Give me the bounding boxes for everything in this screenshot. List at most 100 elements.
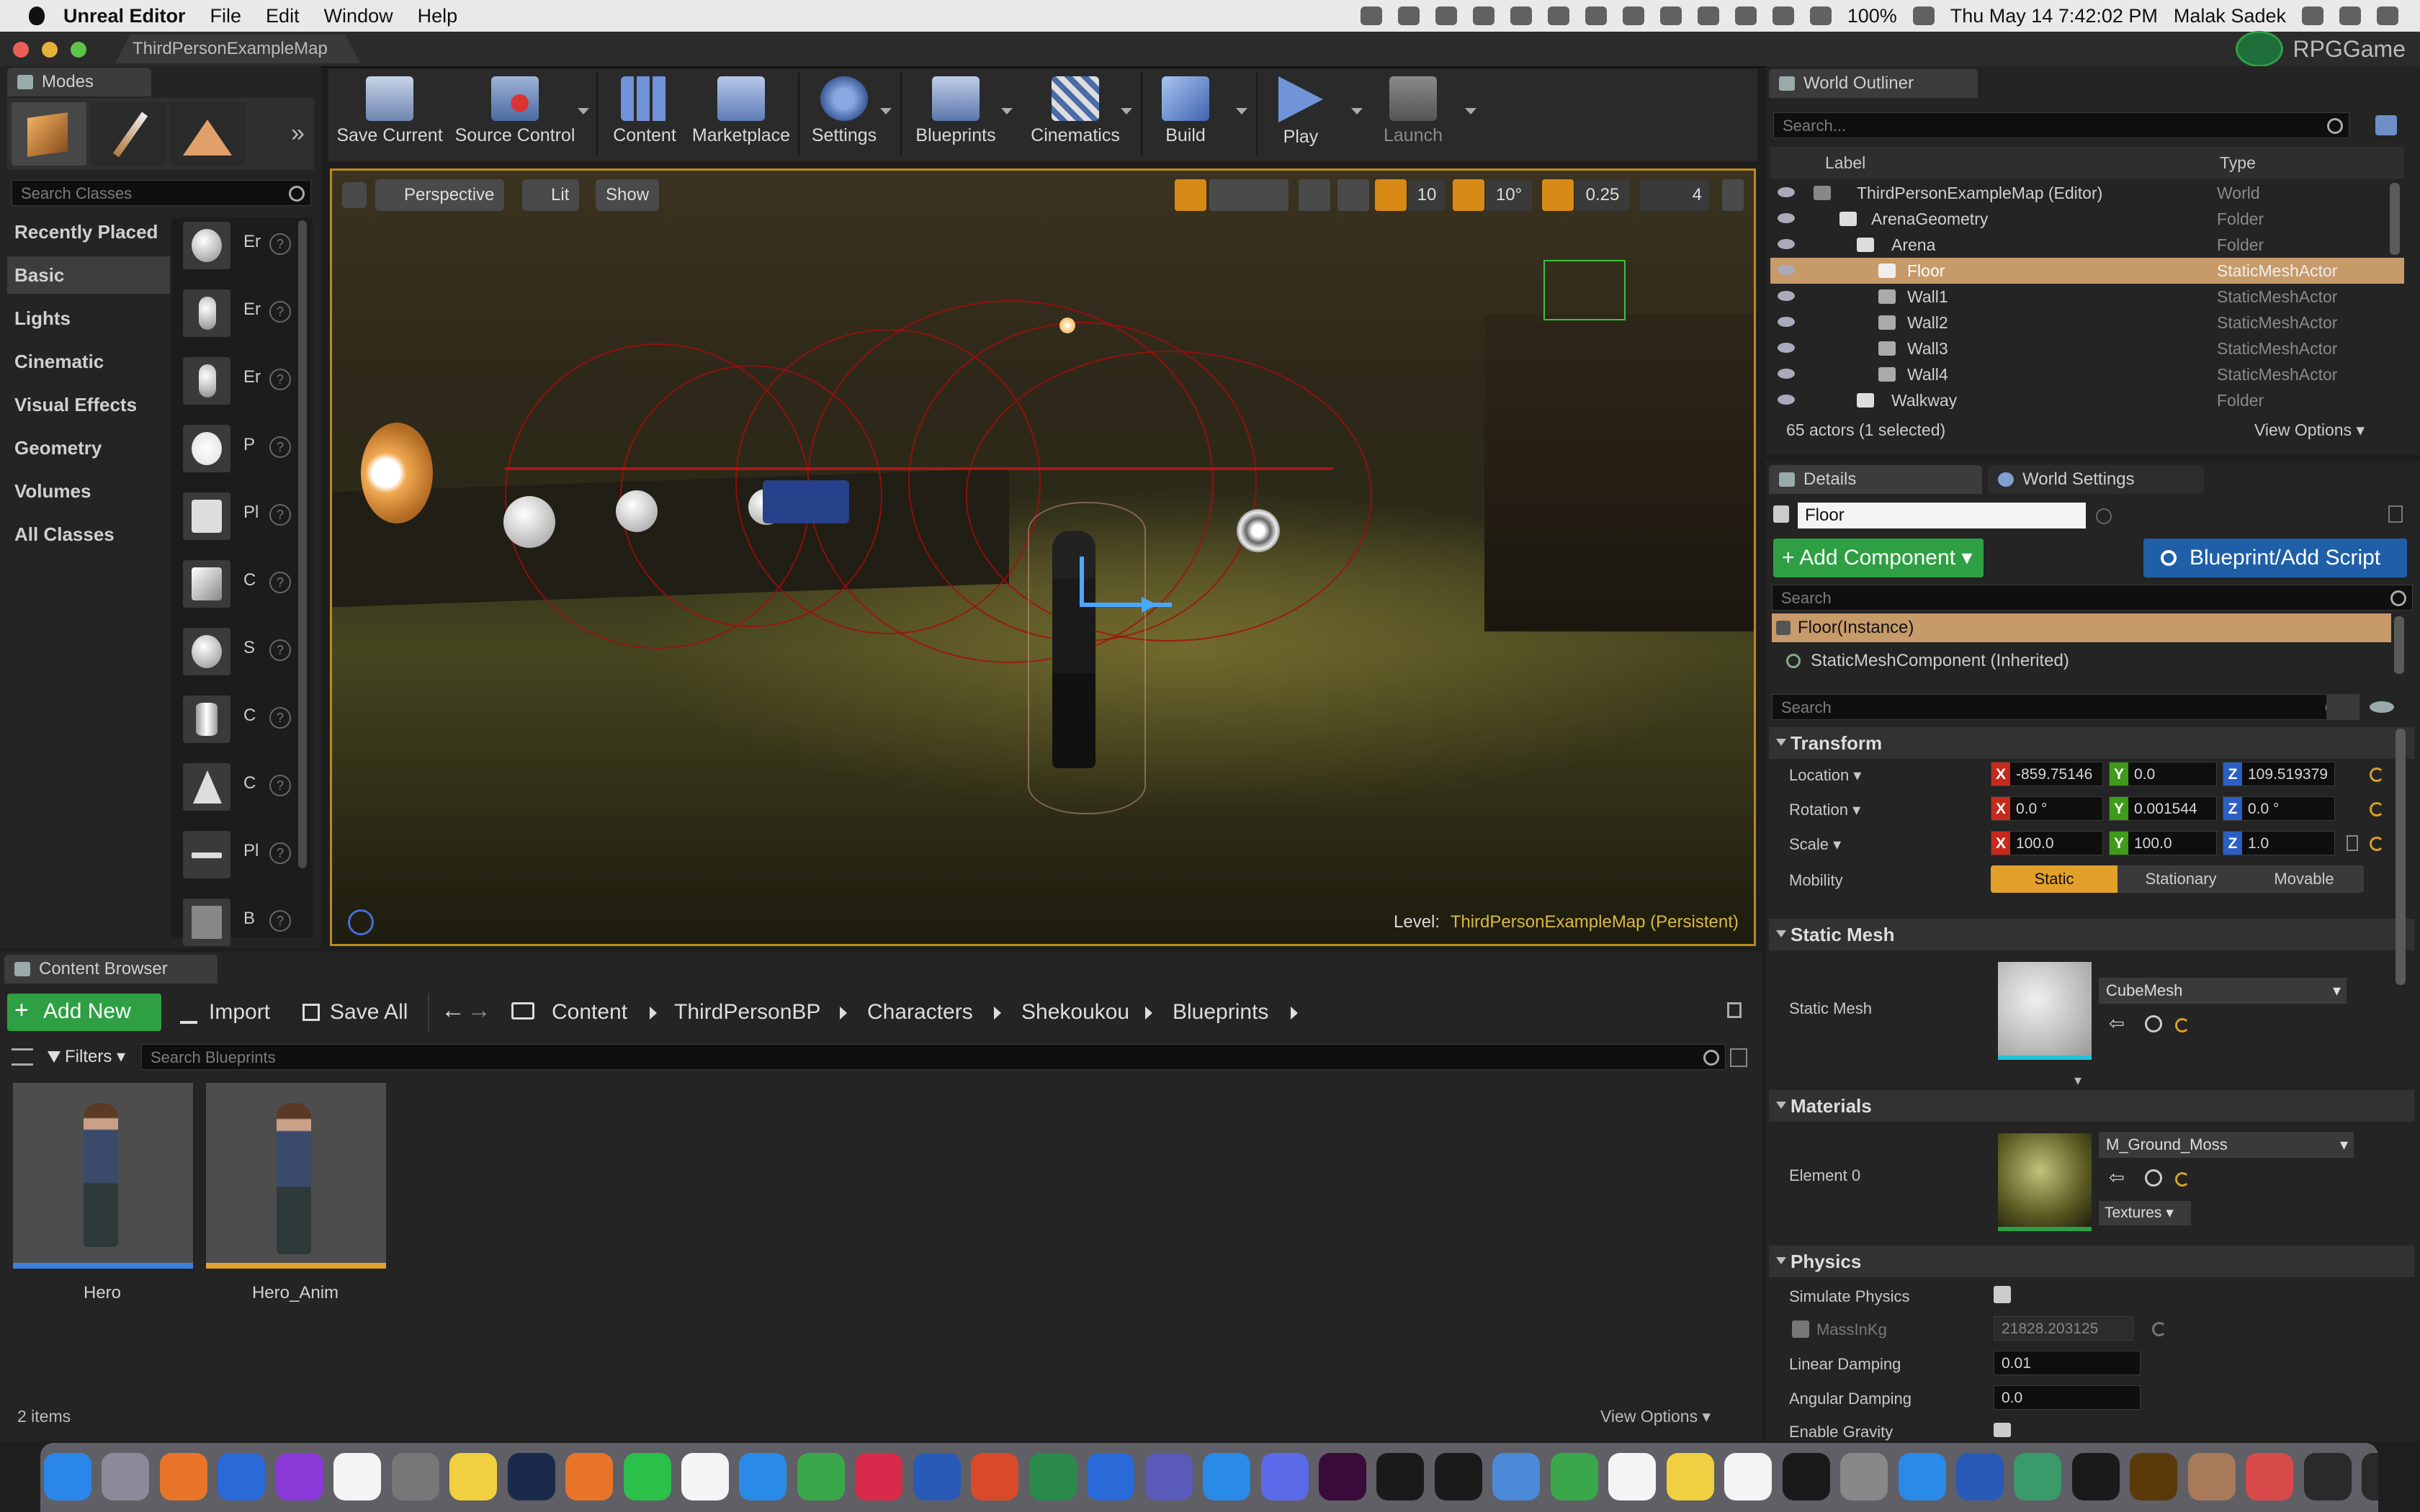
save-search-icon[interactable]: [1730, 1048, 1747, 1067]
transform-mode-icon[interactable]: [1175, 179, 1206, 211]
angular-damping-field[interactable]: 0.0: [1994, 1385, 2141, 1410]
eye-icon[interactable]: [1778, 265, 1795, 275]
component-instance-row[interactable]: Floor(Instance): [1772, 613, 2391, 642]
play-button[interactable]: Play: [1265, 72, 1337, 156]
camera-speed[interactable]: 4: [1640, 179, 1709, 211]
eye-icon[interactable]: [1778, 395, 1795, 405]
enable-gravity-checkbox[interactable]: [1994, 1423, 2011, 1437]
eye-icon[interactable]: [1778, 369, 1795, 379]
add-filter-icon[interactable]: [2375, 115, 2397, 135]
outliner-row[interactable]: Walkway Folder: [1770, 387, 2404, 409]
outlook-icon[interactable]: [1087, 1453, 1135, 1500]
calculator-icon[interactable]: [391, 1453, 439, 1500]
tab-world-settings[interactable]: World Settings: [1988, 465, 2204, 494]
simulate-physics-checkbox[interactable]: [1994, 1286, 2011, 1303]
outliner-row-selected[interactable]: Floor StaticMeshActor: [1770, 258, 2404, 284]
show-button[interactable]: Show: [596, 179, 660, 211]
status-icon[interactable]: [1360, 6, 1382, 25]
system-preferences-icon[interactable]: [1840, 1453, 1888, 1500]
search-classes-input[interactable]: Search Classes: [12, 180, 311, 206]
eye-icon[interactable]: [1778, 187, 1795, 197]
point-light-icon[interactable]: [1059, 318, 1075, 333]
level-tab[interactable]: ThirdPersonExampleMap: [115, 35, 360, 63]
asset-hero[interactable]: [13, 1083, 193, 1269]
flag-icon[interactable]: [1734, 6, 1757, 25]
reset-mesh-icon[interactable]: [2175, 1018, 2190, 1032]
help-icon[interactable]: ?: [269, 369, 291, 390]
rotation-x-field[interactable]: X 0.0 °: [1991, 796, 2103, 821]
eye-icon[interactable]: [1778, 239, 1795, 249]
more-modes-icon[interactable]: »: [291, 120, 305, 148]
grid-snap-value[interactable]: 10: [1408, 179, 1446, 211]
actor-name-input[interactable]: Floor: [1798, 503, 2086, 528]
scale-label[interactable]: Scale ▾: [1789, 835, 1841, 854]
podcasts-icon[interactable]: [275, 1453, 323, 1500]
eye-icon[interactable]: [1778, 213, 1795, 223]
breadcrumb-arrow-icon[interactable]: [840, 1007, 847, 1020]
section-physics[interactable]: Physics: [1769, 1246, 2414, 1277]
tab-modes[interactable]: Modes: [7, 68, 151, 96]
section-materials[interactable]: Materials: [1769, 1090, 2414, 1122]
help-icon[interactable]: ?: [269, 707, 291, 729]
rotation-snap-value[interactable]: 10°: [1486, 179, 1532, 211]
place-item[interactable]: Er?: [180, 353, 302, 410]
section-static-mesh[interactable]: Static Mesh: [1769, 919, 2414, 950]
mobility-movable-button[interactable]: Movable: [2244, 865, 2364, 893]
pycharm-icon[interactable]: [1376, 1453, 1425, 1500]
tableau-icon[interactable]: [1608, 1453, 1657, 1500]
teams-icon[interactable]: [1144, 1453, 1193, 1500]
breadcrumb-content[interactable]: Content: [552, 994, 627, 1031]
cb-view-options[interactable]: View Options ▾: [1600, 1407, 1711, 1426]
calendar-icon[interactable]: [333, 1453, 382, 1500]
details-search-input[interactable]: Search: [1772, 694, 2348, 720]
testflight-icon[interactable]: [218, 1453, 266, 1500]
eye-icon[interactable]: [1778, 291, 1795, 301]
numbers-icon[interactable]: [797, 1453, 845, 1500]
help-icon[interactable]: ?: [269, 504, 291, 526]
menu-window[interactable]: Window: [324, 5, 393, 27]
messages-icon[interactable]: [1898, 1453, 1946, 1500]
rotation-y-field[interactable]: Y 0.001544: [2109, 796, 2217, 821]
viewport-options-icon[interactable]: [342, 182, 367, 208]
scale-y-field[interactable]: Y 100.0: [2109, 831, 2217, 855]
sphere-prop[interactable]: [616, 490, 658, 532]
app-menu[interactable]: Unreal Editor: [63, 5, 186, 27]
section-transform[interactable]: Transform: [1769, 727, 2414, 759]
source-control-dropdown-icon[interactable]: [578, 108, 589, 114]
keynote-icon[interactable]: [739, 1453, 787, 1500]
reset-scale-icon[interactable]: [2370, 837, 2384, 851]
xcode-x-icon[interactable]: [1724, 1453, 1773, 1500]
expand-arrow-icon[interactable]: ▾: [2074, 1071, 2081, 1089]
rotation-z-field[interactable]: Z 0.0 °: [2223, 796, 2335, 821]
static-mesh-thumbnail[interactable]: [1998, 962, 2092, 1060]
tab-details[interactable]: Details: [1769, 465, 1982, 494]
category-lights[interactable]: Lights: [7, 300, 170, 337]
reset-mass-icon[interactable]: [2152, 1322, 2166, 1336]
blueprint-add-script-button[interactable]: Blueprint/Add Script: [2143, 539, 2407, 577]
use-selected-icon[interactable]: ⇦: [2109, 1166, 2125, 1189]
reset-rotation-icon[interactable]: [2370, 802, 2384, 816]
scale-snap-icon[interactable]: [1542, 179, 1574, 211]
circle-icon[interactable]: [1435, 6, 1457, 25]
rotation-snap-icon[interactable]: [1453, 179, 1484, 211]
property-matrix-icon[interactable]: [2326, 694, 2360, 720]
help-icon[interactable]: ?: [269, 910, 291, 932]
breadcrumb-thirdpersonbp[interactable]: ThirdPersonBP: [674, 994, 820, 1031]
breadcrumb-blueprints[interactable]: Blueprints: [1173, 994, 1268, 1031]
play-dropdown-icon[interactable]: [1351, 108, 1363, 114]
scale-lock-icon[interactable]: [2347, 835, 2358, 851]
outliner-row[interactable]: Wall2 StaticMeshActor: [1770, 310, 2404, 336]
breadcrumb-arrow-icon[interactable]: [994, 1007, 1001, 1020]
word-doc-icon[interactable]: [1955, 1453, 2004, 1500]
textures-dropdown[interactable]: Textures ▾: [2099, 1201, 2191, 1225]
outliner-view-options[interactable]: View Options ▾: [2254, 420, 2365, 440]
lit-button[interactable]: Lit: [522, 179, 580, 211]
minimize-window-icon[interactable]: [42, 42, 58, 58]
window-thumbnail-icon[interactable]: [2362, 1453, 2378, 1500]
content-button[interactable]: Content: [605, 72, 684, 156]
bolt-icon[interactable]: [1472, 6, 1494, 25]
build-dropdown-icon[interactable]: [1236, 108, 1247, 114]
save-all-button[interactable]: Save All: [302, 994, 408, 1031]
help-icon[interactable]: ?: [269, 572, 291, 593]
rotate-scale-icons[interactable]: [1209, 179, 1289, 211]
